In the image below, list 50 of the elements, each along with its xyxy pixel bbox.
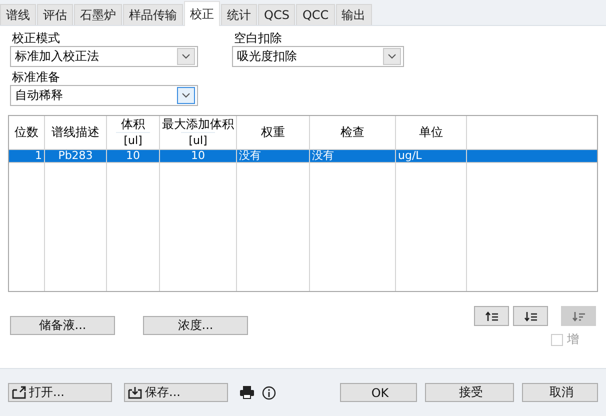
table-cell: 没有 (237, 150, 309, 163)
caret-icon (182, 93, 190, 98)
field-label: 标准准备 (11, 70, 60, 85)
table-cell: 10 (160, 150, 236, 163)
table-cell: 1 (9, 150, 44, 163)
tab[interactable]: 样品传输 (123, 4, 183, 25)
print-icon (240, 386, 254, 399)
caret-icon (388, 54, 396, 59)
dialog-button[interactable]: OK (340, 383, 417, 402)
caret-icon (182, 54, 190, 59)
sort-icon (572, 310, 586, 322)
checkbox-label: 增 (567, 331, 579, 348)
column-header: 最大添加体积 (162, 117, 234, 132)
column-header: 位数 (14, 125, 38, 140)
toolbar-button[interactable] (474, 306, 509, 326)
open-button[interactable]: 打开... (8, 383, 112, 402)
tab[interactable]: QCC (296, 4, 335, 25)
toolbar-button[interactable] (513, 306, 548, 326)
table-cell: 没有 (310, 150, 395, 163)
field-label: 空白扣除 (233, 31, 282, 46)
save-button[interactable]: 保存... (124, 383, 228, 402)
checkbox[interactable] (551, 334, 563, 346)
column-header: 检查 (340, 125, 364, 140)
dropdown[interactable]: 吸光度扣除 (232, 46, 404, 67)
dropdown[interactable]: 标准加入校正法 (10, 46, 198, 67)
dialog-button[interactable]: 取消 (522, 383, 598, 402)
dropdown[interactable]: 自动稀释 (10, 85, 198, 106)
column-unit: [ul] (116, 132, 150, 148)
stock-solution-button[interactable]: 储备液... (10, 316, 115, 335)
concentration-button[interactable]: 浓度... (143, 316, 248, 335)
column-header: 体积 (121, 117, 145, 132)
tab[interactable]: 石墨炉 (74, 4, 122, 25)
dialog-button[interactable]: 接受 (425, 383, 514, 402)
tab[interactable]: 谱线 (0, 4, 36, 25)
info-icon (262, 386, 276, 400)
field-label: 校正模式 (11, 31, 60, 46)
column-header: 权重 (261, 125, 285, 140)
tab[interactable]: 统计 (221, 4, 257, 25)
tab[interactable]: 校正 (184, 1, 220, 26)
tab[interactable]: 评估 (37, 4, 73, 25)
column-unit: [ul] (180, 132, 216, 148)
tab[interactable]: 输出 (336, 4, 372, 25)
column-header: 谱线描述 (52, 125, 100, 140)
table-cell: Pb283 (45, 150, 106, 163)
table-cell: 10 (107, 150, 159, 163)
tab[interactable]: QCS (258, 4, 296, 25)
column-header: 单位 (419, 125, 443, 140)
table-cell: ug/L (396, 150, 466, 163)
move-down-icon (524, 310, 538, 322)
move-up-icon (484, 310, 498, 322)
